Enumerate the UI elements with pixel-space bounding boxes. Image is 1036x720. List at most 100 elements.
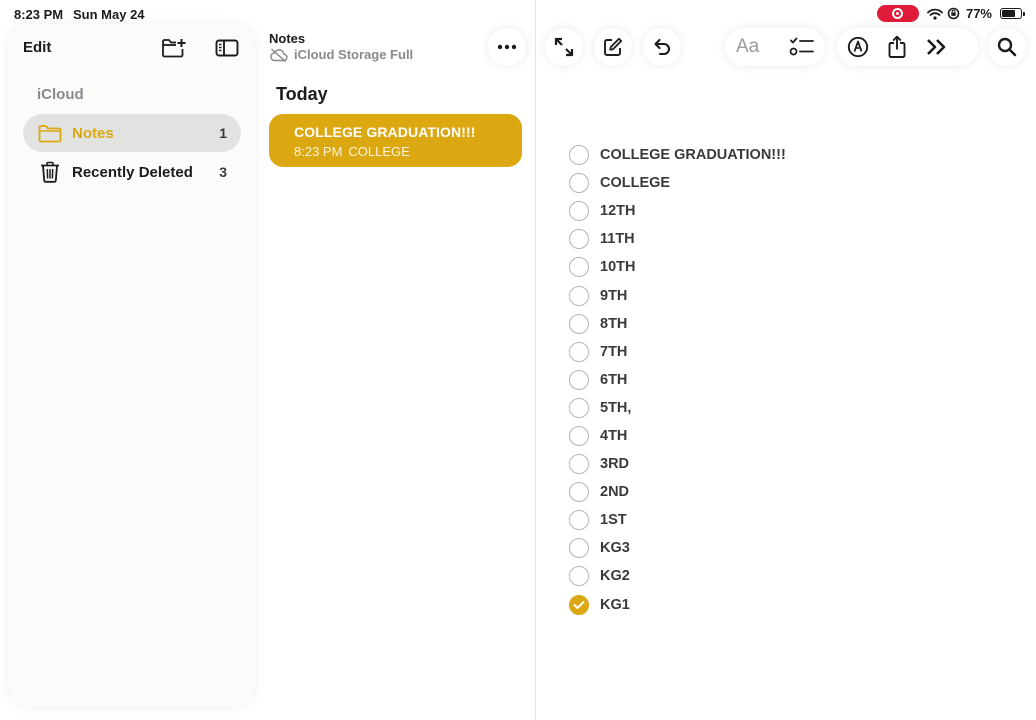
note-title: COLLEGE GRADUATION!!! xyxy=(294,124,476,140)
unchecked-circle-icon[interactable] xyxy=(569,341,589,362)
unchecked-circle-icon[interactable] xyxy=(569,397,589,418)
unchecked-circle-icon[interactable] xyxy=(569,173,589,194)
checklist-item[interactable]: 7TH xyxy=(569,338,786,366)
format-icon[interactable]: Aa xyxy=(736,36,766,58)
status-time: 8:23 PM xyxy=(14,7,64,22)
markup-icon[interactable] xyxy=(847,36,869,58)
more-icon xyxy=(497,44,517,50)
unchecked-circle-icon[interactable] xyxy=(569,369,589,390)
status-bar: 8:23 PM Sun May 24 77% xyxy=(0,0,1036,28)
checklist-item-text: 4TH xyxy=(600,427,628,444)
checklist-item[interactable]: KG3 xyxy=(569,534,786,562)
checklist-item-text: KG3 xyxy=(600,540,630,557)
toggle-sidebar-button[interactable] xyxy=(213,36,241,60)
checklist-item-text: 7TH xyxy=(600,343,628,360)
format-tools-group: Aa xyxy=(725,28,825,66)
sidebar-item-notes[interactable]: Notes 1 xyxy=(23,114,241,152)
orientation-lock-icon xyxy=(947,7,960,20)
note-meta: 8:23 PM COLLEGE xyxy=(294,144,416,159)
unchecked-circle-icon[interactable] xyxy=(569,510,589,531)
expand-icon xyxy=(554,37,574,57)
unchecked-circle-icon[interactable] xyxy=(569,313,589,334)
battery-icon xyxy=(1000,8,1025,19)
unchecked-circle-icon[interactable] xyxy=(569,229,589,250)
checklist-item[interactable]: 1ST xyxy=(569,506,786,534)
unchecked-circle-icon[interactable] xyxy=(569,454,589,475)
note-time: 8:23 PM xyxy=(294,144,343,159)
checklist-item[interactable]: 8TH xyxy=(569,310,786,338)
checklist-item[interactable]: 9TH xyxy=(569,281,786,309)
search-icon xyxy=(997,37,1017,57)
checklist-item[interactable]: COLLEGE GRADUATION!!! xyxy=(569,141,786,169)
folder-icon xyxy=(38,124,62,142)
more-button[interactable] xyxy=(488,28,526,66)
note-preview: COLLEGE xyxy=(348,144,410,159)
undo-button[interactable] xyxy=(643,28,681,66)
checklist-item[interactable]: 3RD xyxy=(569,450,786,478)
cloud-slash-icon xyxy=(270,47,288,62)
battery-percent: 77% xyxy=(965,6,992,21)
icloud-section-title: iCloud xyxy=(37,86,84,103)
checklist-item[interactable]: KG1 xyxy=(569,591,786,619)
checked-circle-icon[interactable] xyxy=(569,594,589,615)
sidebar: Edit iCloud Notes 1 Recently Deleted 3 xyxy=(8,24,255,707)
unchecked-circle-icon[interactable] xyxy=(569,482,589,503)
checklist-item-text: COLLEGE xyxy=(600,175,671,192)
wifi-icon xyxy=(927,8,943,20)
checklist-item-text: 12TH xyxy=(600,203,636,220)
compose-button[interactable] xyxy=(594,28,632,66)
unchecked-circle-icon[interactable] xyxy=(569,285,589,306)
checklist-icon[interactable] xyxy=(789,36,815,58)
checklist-item-text: 10TH xyxy=(600,259,636,276)
checklist-item-text: 2ND xyxy=(600,484,630,501)
sidebar-icon xyxy=(215,39,239,57)
trash-icon xyxy=(41,161,59,183)
unchecked-circle-icon[interactable] xyxy=(569,566,589,587)
markup-tools-group xyxy=(837,28,978,66)
checklist-item-text: 11TH xyxy=(600,231,635,248)
checklist-item[interactable]: 12TH xyxy=(569,197,786,225)
checklist-item-text: COLLEGE GRADUATION!!! xyxy=(600,147,786,164)
checklist-item[interactable]: 10TH xyxy=(569,253,786,281)
expand-button[interactable] xyxy=(545,28,583,66)
checklist-item[interactable]: KG2 xyxy=(569,562,786,590)
note-item-selected[interactable]: COLLEGE GRADUATION!!! 8:23 PM COLLEGE xyxy=(269,114,522,167)
undo-icon xyxy=(654,38,670,56)
battery-level xyxy=(1002,10,1016,17)
unchecked-circle-icon[interactable] xyxy=(569,257,589,278)
checklist-item[interactable]: 6TH xyxy=(569,366,786,394)
sidebar-item-recently-deleted[interactable]: Recently Deleted 3 xyxy=(23,153,241,191)
checklist-item[interactable]: 4TH xyxy=(569,422,786,450)
sidebar-item-label: Notes xyxy=(72,124,114,142)
folder-count: 3 xyxy=(219,164,227,180)
checklist-item[interactable]: 2ND xyxy=(569,478,786,506)
checklist-item-text: 3RD xyxy=(600,456,630,473)
edit-button[interactable]: Edit xyxy=(23,39,51,56)
compose-icon xyxy=(604,37,623,56)
checklist-item[interactable]: 5TH, xyxy=(569,394,786,422)
status-date: Sun May 24 xyxy=(73,7,145,22)
storage-status-text: iCloud Storage Full xyxy=(294,47,414,62)
list-title: Notes xyxy=(269,31,306,46)
unchecked-circle-icon[interactable] xyxy=(569,145,589,166)
checklist-item[interactable]: 11TH xyxy=(569,225,786,253)
more-tools-icon[interactable] xyxy=(926,38,948,56)
new-folder-button[interactable] xyxy=(160,36,188,60)
status-right: 77% xyxy=(876,5,1025,22)
unchecked-circle-icon[interactable] xyxy=(569,201,589,222)
checklist-item-text: 8TH xyxy=(600,315,628,332)
checklist-item-text: 9TH xyxy=(600,287,628,304)
checklist-item[interactable]: COLLEGE xyxy=(569,169,786,197)
record-icon xyxy=(892,8,904,19)
share-icon[interactable] xyxy=(887,35,907,59)
storage-status[interactable]: iCloud Storage Full xyxy=(269,47,413,62)
note-checklist: COLLEGE GRADUATION!!! COLLEGE 12TH 11TH 10TH… xyxy=(569,141,786,619)
folder-count: 1 xyxy=(219,125,227,141)
checklist-item-text: 1ST xyxy=(600,512,627,529)
search-button[interactable] xyxy=(988,28,1026,66)
checklist-item-text: KG1 xyxy=(600,596,630,613)
unchecked-circle-icon[interactable] xyxy=(569,425,589,446)
screen-recording-indicator[interactable] xyxy=(876,5,919,22)
notes-app: 8:23 PM Sun May 24 77% Edit iCloud Notes… xyxy=(0,0,1036,720)
unchecked-circle-icon[interactable] xyxy=(569,538,589,559)
